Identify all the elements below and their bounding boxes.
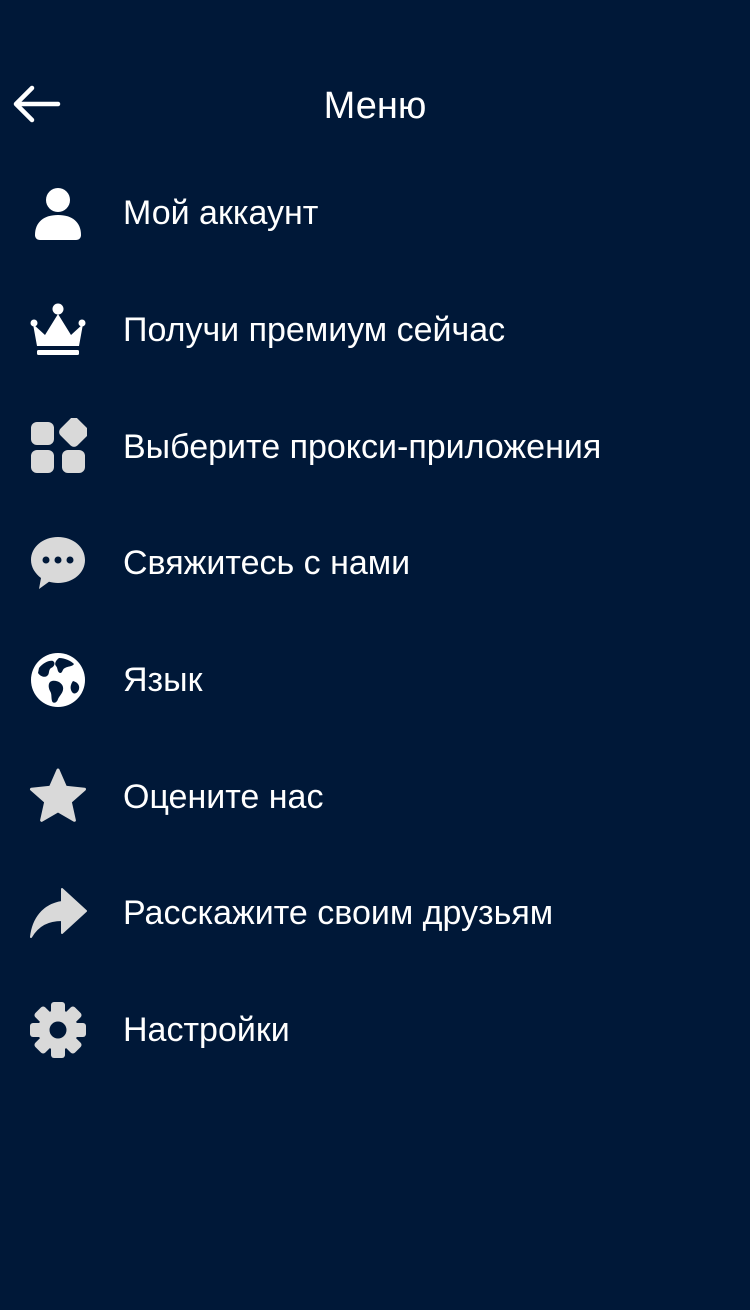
menu-item-label: Настройки — [123, 1011, 290, 1050]
app-header: Меню — [0, 60, 750, 156]
menu-item-label: Выберите прокси-приложения — [123, 427, 602, 466]
menu-item-contact-us[interactable]: Свяжитесь с нами — [0, 505, 750, 622]
chat-bubble-icon — [28, 533, 88, 593]
menu-item-label: Получи премиум сейчас — [123, 311, 506, 350]
menu-item-rate-us[interactable]: Оцените нас — [0, 738, 750, 855]
gear-icon — [28, 1000, 88, 1060]
share-icon — [28, 883, 88, 943]
menu-item-tell-friends[interactable]: Расскажите своим друзьям — [0, 855, 750, 972]
apps-grid-icon — [28, 417, 88, 477]
page-title: Меню — [323, 85, 427, 127]
menu-item-label: Язык — [123, 661, 203, 700]
menu-item-label: Оцените нас — [123, 777, 324, 816]
menu-item-my-account[interactable]: Мой аккаунт — [0, 155, 750, 272]
user-icon — [28, 183, 88, 243]
menu-item-settings[interactable]: Настройки — [0, 972, 750, 1089]
menu-list: Мой аккаунт Получи премиум сейчас Выбери… — [0, 155, 750, 1089]
crown-icon — [28, 300, 88, 360]
menu-item-select-proxy-apps[interactable]: Выберите прокси-приложения — [0, 388, 750, 505]
star-icon — [28, 767, 88, 827]
menu-item-label: Мой аккаунт — [123, 194, 319, 233]
menu-item-get-premium[interactable]: Получи премиум сейчас — [0, 272, 750, 389]
menu-item-label: Расскажите своим друзьям — [123, 894, 554, 933]
menu-item-language[interactable]: Язык — [0, 622, 750, 739]
globe-icon — [28, 650, 88, 710]
menu-item-label: Свяжитесь с нами — [123, 544, 411, 583]
